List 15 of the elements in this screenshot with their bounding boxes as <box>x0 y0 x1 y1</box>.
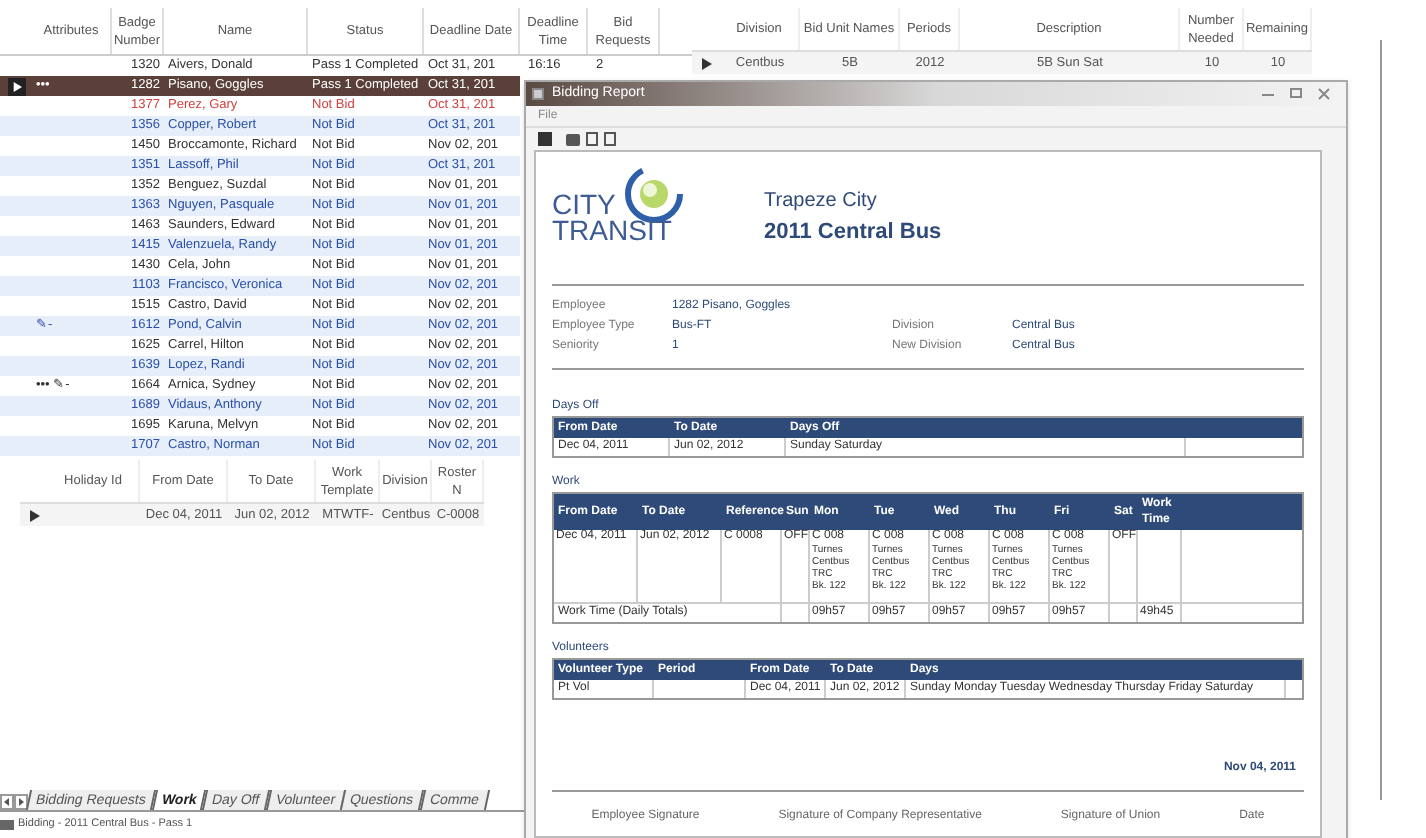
company-name: Trapeze City <box>764 188 879 217</box>
logo-text: CITY <box>552 192 618 218</box>
row-pointer-icon <box>7 77 25 95</box>
row-pointer-icon <box>700 57 712 69</box>
report-title: 2011 Central Bus <box>764 218 942 249</box>
logo-text: TRANSIT <box>552 218 672 244</box>
scroll-left-icon[interactable] <box>0 794 14 810</box>
maximize-icon[interactable] <box>1290 88 1302 98</box>
page-icon[interactable] <box>604 132 616 146</box>
status-icon <box>0 819 14 829</box>
scroll-right-icon[interactable] <box>14 794 28 810</box>
close-icon[interactable] <box>1318 88 1330 100</box>
app-icon <box>532 88 544 100</box>
logo-swirl-icon <box>624 164 684 224</box>
row-pointer-icon <box>28 509 40 521</box>
